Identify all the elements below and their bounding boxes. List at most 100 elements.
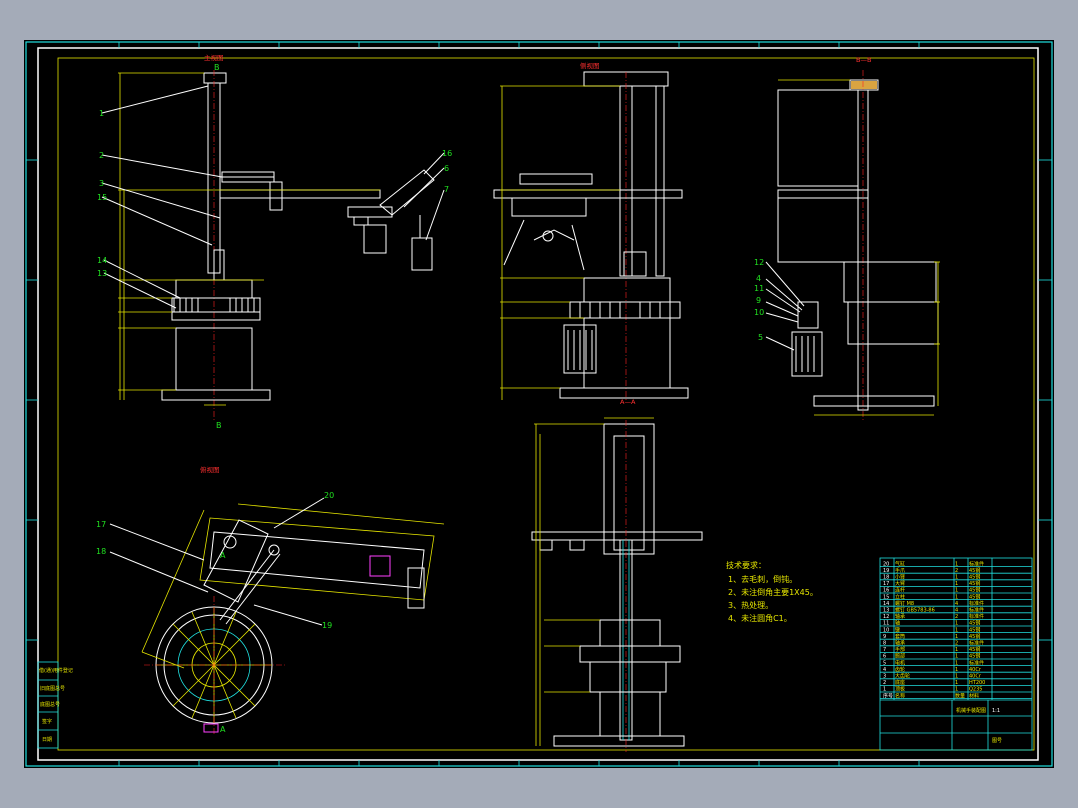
bom-cell: 键 xyxy=(895,626,900,633)
section-b-b-title: B—B xyxy=(856,56,871,64)
callout-12: 12 xyxy=(754,258,764,267)
bom-cell: 1 xyxy=(955,588,958,594)
tech-requirement-1: 1、去毛刺，倒钝。 xyxy=(728,574,797,584)
bom-cell: 标准件 xyxy=(969,659,984,666)
bom-cell: 大齿轮 xyxy=(895,673,910,680)
tech-requirements: 技术要求： 1、去毛刺，倒钝。 2、未注倒角主要1X45。 3、热处理。 4、未… xyxy=(726,560,818,623)
bom-cell: 1 xyxy=(955,621,958,627)
bom-cell: 电机 xyxy=(895,659,905,666)
section-a-a-title: A—A xyxy=(620,398,636,406)
side-view-title: 侧视图 xyxy=(580,61,600,70)
bom-cell: 45钢 xyxy=(969,587,980,594)
bom-cell: 13 xyxy=(883,608,889,614)
bom-cell: 手爪 xyxy=(895,567,905,574)
callout-13: 13 xyxy=(97,269,107,278)
bom-cell: 45钢 xyxy=(969,574,980,581)
bom-cell: 5 xyxy=(883,660,886,666)
bom-cell: 1 xyxy=(955,594,958,600)
callout-2: 2 xyxy=(99,151,104,160)
bom-cell: 11 xyxy=(883,621,889,627)
bom-header-cell: 名称 xyxy=(895,692,905,699)
bom-cell: 1 xyxy=(955,680,958,686)
tech-requirement-3: 3、热处理。 xyxy=(728,600,773,610)
bom-cell: Q235 xyxy=(969,687,982,693)
bom-cell: 1 xyxy=(955,575,958,581)
bom-cell: 1 xyxy=(955,674,958,680)
bom-cell: 标准件 xyxy=(969,600,984,607)
bom-cell: 45钢 xyxy=(969,653,980,660)
bom-cell: 1 xyxy=(955,561,958,567)
bom-cell: 45钢 xyxy=(969,567,980,574)
bom-cell: 小臂 xyxy=(895,574,905,581)
bom-cell: 1 xyxy=(955,647,958,653)
side-panel-4: 日期 xyxy=(42,737,52,743)
bom-cell: 3 xyxy=(883,674,886,680)
bom-cell: 45钢 xyxy=(969,633,980,640)
bom-cell: 2 xyxy=(883,680,886,686)
inner-border xyxy=(37,47,1039,761)
bom-cell: 腕部 xyxy=(895,653,905,660)
tech-requirement-2: 2、未注倒角主要1X45。 xyxy=(728,587,818,597)
section-marker-b-bottom: B xyxy=(216,421,222,430)
bom-cell: 1 xyxy=(955,627,958,633)
callout-18: 18 xyxy=(96,547,106,556)
bom-cell: 2 xyxy=(955,641,958,647)
main-view: 主视图 B B xyxy=(101,53,445,430)
bom-cell: 8 xyxy=(883,641,886,647)
bom-header-cell: 材料 xyxy=(969,692,979,699)
bom-cell: 45钢 xyxy=(969,593,980,600)
cad-drawing-canvas: 主视图 B B 1 2 3 15 14 13 16 6 7 侧视图 B—B 12… xyxy=(25,41,1053,767)
bom-cell: 1 xyxy=(955,634,958,640)
bom-header-cell: 数量 xyxy=(955,692,965,699)
side-panel-0: 借(通)用件登记 xyxy=(39,667,73,674)
bom-cell: 6 xyxy=(883,654,886,660)
callout-3: 3 xyxy=(99,179,104,188)
bom-cell: 1 xyxy=(955,654,958,660)
tech-requirements-heading: 技术要求： xyxy=(726,560,766,570)
main-view-title: 主视图 xyxy=(204,53,224,62)
bom-cell: 齿轮 xyxy=(895,666,905,673)
side-view: 侧视图 xyxy=(493,61,689,400)
bom-cell: 螺钉 M8 xyxy=(895,600,914,607)
bom-cell: HT200 xyxy=(969,680,985,686)
bom-cell: 14 xyxy=(883,601,889,607)
bom-cell: 15 xyxy=(883,594,889,600)
bom-cell: 顶板 xyxy=(895,686,905,693)
callout-17: 17 xyxy=(96,520,106,529)
callout-9: 9 xyxy=(756,296,761,305)
bom-cell: 45钢 xyxy=(969,626,980,633)
drawing-name: 机械手装配图 xyxy=(956,707,986,714)
bom-cell: 45钢 xyxy=(969,580,980,587)
drawing-sheet: 图号 xyxy=(992,738,1002,744)
bom-cell: 2 xyxy=(955,568,958,574)
section-marker-b-top: B xyxy=(214,63,220,72)
bom-cell: 标准件 xyxy=(969,560,984,567)
section-marker-a-lower: A xyxy=(220,725,226,734)
callout-11: 11 xyxy=(754,284,764,293)
callout-1: 1 xyxy=(99,109,104,118)
top-view-title: 俯视图 xyxy=(200,465,220,474)
callout-4: 4 xyxy=(756,274,761,283)
callout-5: 5 xyxy=(758,333,763,342)
side-register-panel: 借(通)用件登记 旧底图总号 底图总号 签字 日期 xyxy=(37,661,73,749)
bom-cell: 手部 xyxy=(895,646,905,653)
bom-cell: 2 xyxy=(955,614,958,620)
bom-cell: 气缸 xyxy=(895,560,905,567)
drawing-frame: 主视图 B B 1 2 3 15 14 13 16 6 7 侧视图 B—B 12… xyxy=(24,40,1054,768)
callout-7: 7 xyxy=(444,185,449,194)
bom-cell: 45钢 xyxy=(969,620,980,627)
callout-16: 16 xyxy=(442,149,452,158)
section-b-b-view: B—B xyxy=(765,56,940,420)
bom-cell: 10 xyxy=(883,627,889,633)
callout-14: 14 xyxy=(97,256,107,265)
side-panel-2: 底图总号 xyxy=(40,701,60,708)
bom-cell: 4 xyxy=(955,601,958,607)
bom-cell: 17 xyxy=(883,581,889,587)
bom-cell: 40Cr xyxy=(969,667,982,673)
bom-cell: 轴承 xyxy=(895,640,905,647)
callout-6: 6 xyxy=(444,164,449,173)
bom-cell: 连杆 xyxy=(895,587,905,594)
bom-cell: 套筒 xyxy=(895,633,905,640)
bom-cell: 12 xyxy=(883,614,889,620)
bom-cell: 1 xyxy=(955,660,958,666)
